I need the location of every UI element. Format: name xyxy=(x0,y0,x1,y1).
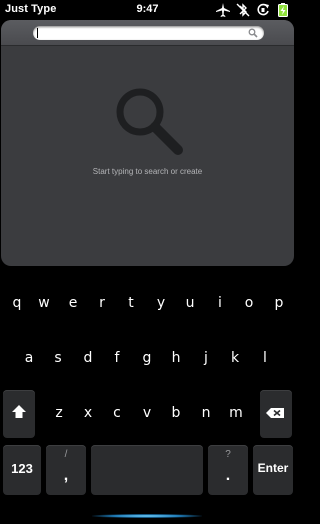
key-a[interactable]: a xyxy=(18,350,40,366)
just-type-card: Start typing to search or create xyxy=(1,20,294,266)
comma-label: , xyxy=(63,467,69,484)
key-w[interactable]: w xyxy=(33,295,55,311)
key-n[interactable]: n xyxy=(195,405,217,421)
key-d[interactable]: d xyxy=(77,350,99,366)
key-e[interactable]: e xyxy=(62,295,84,311)
key-u[interactable]: u xyxy=(179,295,201,311)
battery-charging-icon xyxy=(275,2,291,18)
gesture-area-glow xyxy=(92,514,202,518)
key-j[interactable]: j xyxy=(195,350,217,366)
shift-key[interactable] xyxy=(3,390,35,438)
text-caret xyxy=(37,28,38,38)
key-q[interactable]: q xyxy=(6,295,28,311)
status-icons xyxy=(215,2,291,18)
key-c[interactable]: c xyxy=(106,405,128,421)
airplane-icon xyxy=(215,2,231,18)
comma-key[interactable]: / , xyxy=(46,445,86,495)
key-h[interactable]: h xyxy=(165,350,187,366)
key-f[interactable]: f xyxy=(106,350,128,366)
key-x[interactable]: x xyxy=(77,405,99,421)
comma-alt-label: / xyxy=(64,449,68,460)
card-header xyxy=(1,20,294,46)
numbers-label: 123 xyxy=(11,461,33,476)
search-input[interactable] xyxy=(33,26,264,40)
numbers-key[interactable]: 123 xyxy=(3,445,41,495)
key-l[interactable]: l xyxy=(254,350,276,366)
key-k[interactable]: k xyxy=(224,350,246,366)
key-r[interactable]: r xyxy=(91,295,113,311)
rotate-icon xyxy=(255,2,271,18)
key-t[interactable]: t xyxy=(120,295,142,311)
key-y[interactable]: y xyxy=(150,295,172,311)
shift-arrow-icon xyxy=(12,405,26,418)
magnifier-icon xyxy=(116,88,183,155)
key-p[interactable]: p xyxy=(268,295,290,311)
period-label: . xyxy=(225,467,231,484)
key-m[interactable]: m xyxy=(225,405,247,421)
backspace-icon xyxy=(266,408,284,418)
backspace-key[interactable] xyxy=(260,390,292,438)
enter-label: Enter xyxy=(257,461,289,475)
key-i[interactable]: i xyxy=(209,295,231,311)
key-g[interactable]: g xyxy=(136,350,158,366)
key-b[interactable]: b xyxy=(165,405,187,421)
period-key[interactable]: ? . xyxy=(208,445,248,495)
search-hint: Start typing to search or create xyxy=(92,167,203,176)
period-alt-label: ? xyxy=(225,449,231,460)
key-v[interactable]: v xyxy=(136,405,158,421)
search-icon[interactable] xyxy=(248,28,258,38)
status-bar: Just Type 9:47 xyxy=(0,0,295,20)
key-o[interactable]: o xyxy=(238,295,260,311)
key-z[interactable]: z xyxy=(48,405,70,421)
space-key[interactable] xyxy=(91,445,203,495)
bluetooth-off-icon xyxy=(235,2,251,18)
enter-key[interactable]: Enter xyxy=(253,445,293,495)
key-s[interactable]: s xyxy=(47,350,69,366)
